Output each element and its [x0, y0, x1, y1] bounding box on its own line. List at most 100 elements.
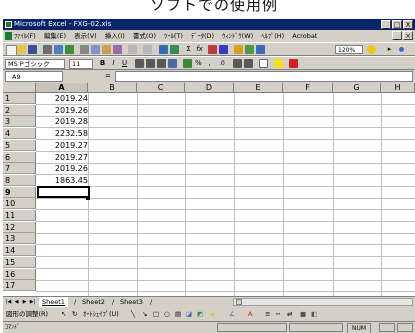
row-header-1[interactable]: 1	[3, 93, 36, 104]
row-header-15[interactable]: 15	[3, 256, 36, 268]
cell-a6[interactable]: 2019.27	[37, 152, 88, 162]
menu-help[interactable]: ﾍﾙﾌﾟ(H)	[261, 32, 284, 40]
align-left-icon[interactable]	[135, 59, 144, 68]
scroll-thumb[interactable]	[236, 299, 242, 305]
arrow-icon[interactable]: ↘	[142, 307, 147, 321]
menu-insert[interactable]: 挿入(I)	[105, 32, 125, 40]
column-header-c[interactable]: C	[137, 83, 185, 93]
select-all-corner[interactable]	[3, 83, 36, 93]
row-header-8[interactable]: 8	[3, 174, 36, 186]
line-icon[interactable]: ╲	[131, 307, 135, 321]
spelling-icon[interactable]	[65, 45, 74, 54]
office-assistant-icon[interactable]	[367, 45, 376, 54]
select-objects-icon[interactable]: ↖	[61, 307, 66, 321]
menu-window[interactable]: ｳｨﾝﾄﾞｳ(W)	[222, 32, 253, 40]
menu-format[interactable]: 書式(O)	[133, 32, 156, 40]
line-color-icon[interactable]: ∠	[229, 307, 235, 321]
wordart-icon[interactable]: ◪	[186, 307, 192, 321]
row-header-3[interactable]: 3	[3, 116, 36, 128]
name-box[interactable]: A9	[5, 71, 63, 82]
free-rotate-icon[interactable]: ↻	[72, 307, 77, 321]
tab-sheet1[interactable]: Sheet1	[39, 297, 68, 307]
align-right-icon[interactable]	[157, 59, 166, 68]
row-header-4[interactable]: 4	[3, 128, 36, 140]
function-icon[interactable]: fx	[195, 45, 204, 54]
print-preview-icon[interactable]	[54, 45, 63, 54]
row-header-12[interactable]: 12	[3, 221, 36, 233]
doc-close-button[interactable]: ×	[403, 31, 413, 40]
open-folder-icon[interactable]	[17, 45, 26, 54]
redo-icon[interactable]	[143, 45, 152, 54]
cell-a8[interactable]: 1863.45	[37, 175, 88, 185]
3d-icon[interactable]: ◧	[311, 307, 317, 321]
rectangle-icon[interactable]: □	[153, 307, 159, 321]
horizontal-scrollbar[interactable]	[233, 298, 413, 306]
autoshapes-menu[interactable]: ｵｰﾄｼｪｲﾌﾟ(U)	[83, 307, 119, 321]
menu-file[interactable]: ﾌｧｲﾙ(F)	[14, 32, 36, 40]
menu-view[interactable]: 表示(V)	[74, 32, 97, 40]
worksheet-grid[interactable]: A B C D E F G H 1 2 3 4 5 6 7 8 9 10 11 12 13 14 15 16 17 2019.24…	[3, 83, 415, 296]
fill-handle[interactable]	[86, 195, 90, 200]
column-header-f[interactable]: F	[283, 83, 333, 93]
zoom-select[interactable]: 120%	[335, 45, 363, 54]
row-header-2[interactable]: 2	[3, 104, 36, 116]
row-header-5[interactable]: 5	[3, 139, 36, 151]
cell-a7[interactable]: 2019.26	[37, 163, 88, 173]
cell-a1[interactable]: 2019.24	[37, 93, 88, 103]
font-name-select[interactable]: MS Pゴシック	[5, 59, 65, 69]
row-header-11[interactable]: 11	[3, 210, 36, 221]
close-button[interactable]: X	[403, 20, 413, 29]
toolbar-overflow-icon[interactable]: ▸	[385, 45, 394, 54]
last-sheet-icon[interactable]: ▶|	[29, 298, 36, 306]
new-file-icon[interactable]	[6, 45, 17, 56]
save-icon[interactable]	[28, 45, 37, 54]
autosum-icon[interactable]: Σ	[184, 45, 193, 54]
column-header-a[interactable]: A	[36, 83, 88, 93]
font-color-draw-icon[interactable]: A	[248, 307, 252, 321]
first-sheet-icon[interactable]: |◀	[5, 298, 12, 306]
row-header-16[interactable]: 16	[3, 268, 36, 280]
cell-a3[interactable]: 2019.28	[37, 116, 88, 126]
row-header-13[interactable]: 13	[3, 233, 36, 245]
menu-edit[interactable]: 編集(E)	[44, 32, 66, 40]
workbook-icon[interactable]	[5, 32, 12, 40]
web-toolbar-icon[interactable]	[170, 45, 179, 54]
more-buttons-icon[interactable]	[399, 47, 404, 52]
row-header-10[interactable]: 10	[3, 198, 36, 210]
sort-ascending-icon[interactable]	[208, 45, 217, 54]
doc-minimize-button[interactable]: _	[392, 31, 402, 40]
tab-sheet2[interactable]: Sheet2	[79, 297, 108, 307]
sort-descending-icon[interactable]	[219, 45, 228, 54]
arrow-style-icon[interactable]: ⇄	[287, 307, 292, 321]
decrease-indent-icon[interactable]	[233, 59, 242, 68]
textbox-icon[interactable]: ▤	[175, 307, 181, 321]
borders-icon[interactable]	[259, 59, 268, 68]
fill-color-draw-icon[interactable]: ◈	[210, 307, 215, 321]
tab-sheet3[interactable]: Sheet3	[117, 297, 146, 307]
menu-acrobat[interactable]: Acrobat	[292, 32, 317, 40]
maximize-button[interactable]: □	[392, 20, 402, 29]
font-size-select[interactable]: 11	[69, 59, 93, 69]
font-color-icon[interactable]	[289, 59, 298, 68]
underline-button[interactable]: U	[120, 59, 129, 68]
column-header-b[interactable]: B	[88, 83, 137, 93]
active-cell-a9[interactable]	[37, 186, 90, 199]
hyperlink-icon[interactable]	[159, 45, 168, 54]
column-header-d[interactable]: D	[185, 83, 234, 93]
drawing-icon[interactable]	[256, 45, 265, 54]
shadow-icon[interactable]: ■	[300, 307, 306, 321]
formula-input[interactable]	[115, 71, 413, 82]
clipart-icon[interactable]: ◩	[197, 307, 203, 321]
oval-icon[interactable]: ○	[164, 307, 170, 321]
prev-sheet-icon[interactable]: ◀	[13, 298, 20, 306]
print-icon[interactable]	[43, 45, 52, 54]
cut-icon[interactable]	[80, 45, 89, 54]
bold-button[interactable]: B	[98, 59, 107, 68]
percent-button[interactable]: %	[194, 59, 203, 68]
dash-style-icon[interactable]: ┅	[276, 307, 280, 321]
row-header-7[interactable]: 7	[3, 163, 36, 175]
minimize-button[interactable]: _	[381, 20, 391, 29]
paste-icon[interactable]	[102, 45, 111, 54]
format-painter-icon[interactable]	[113, 45, 122, 54]
copy-icon[interactable]	[91, 45, 100, 54]
